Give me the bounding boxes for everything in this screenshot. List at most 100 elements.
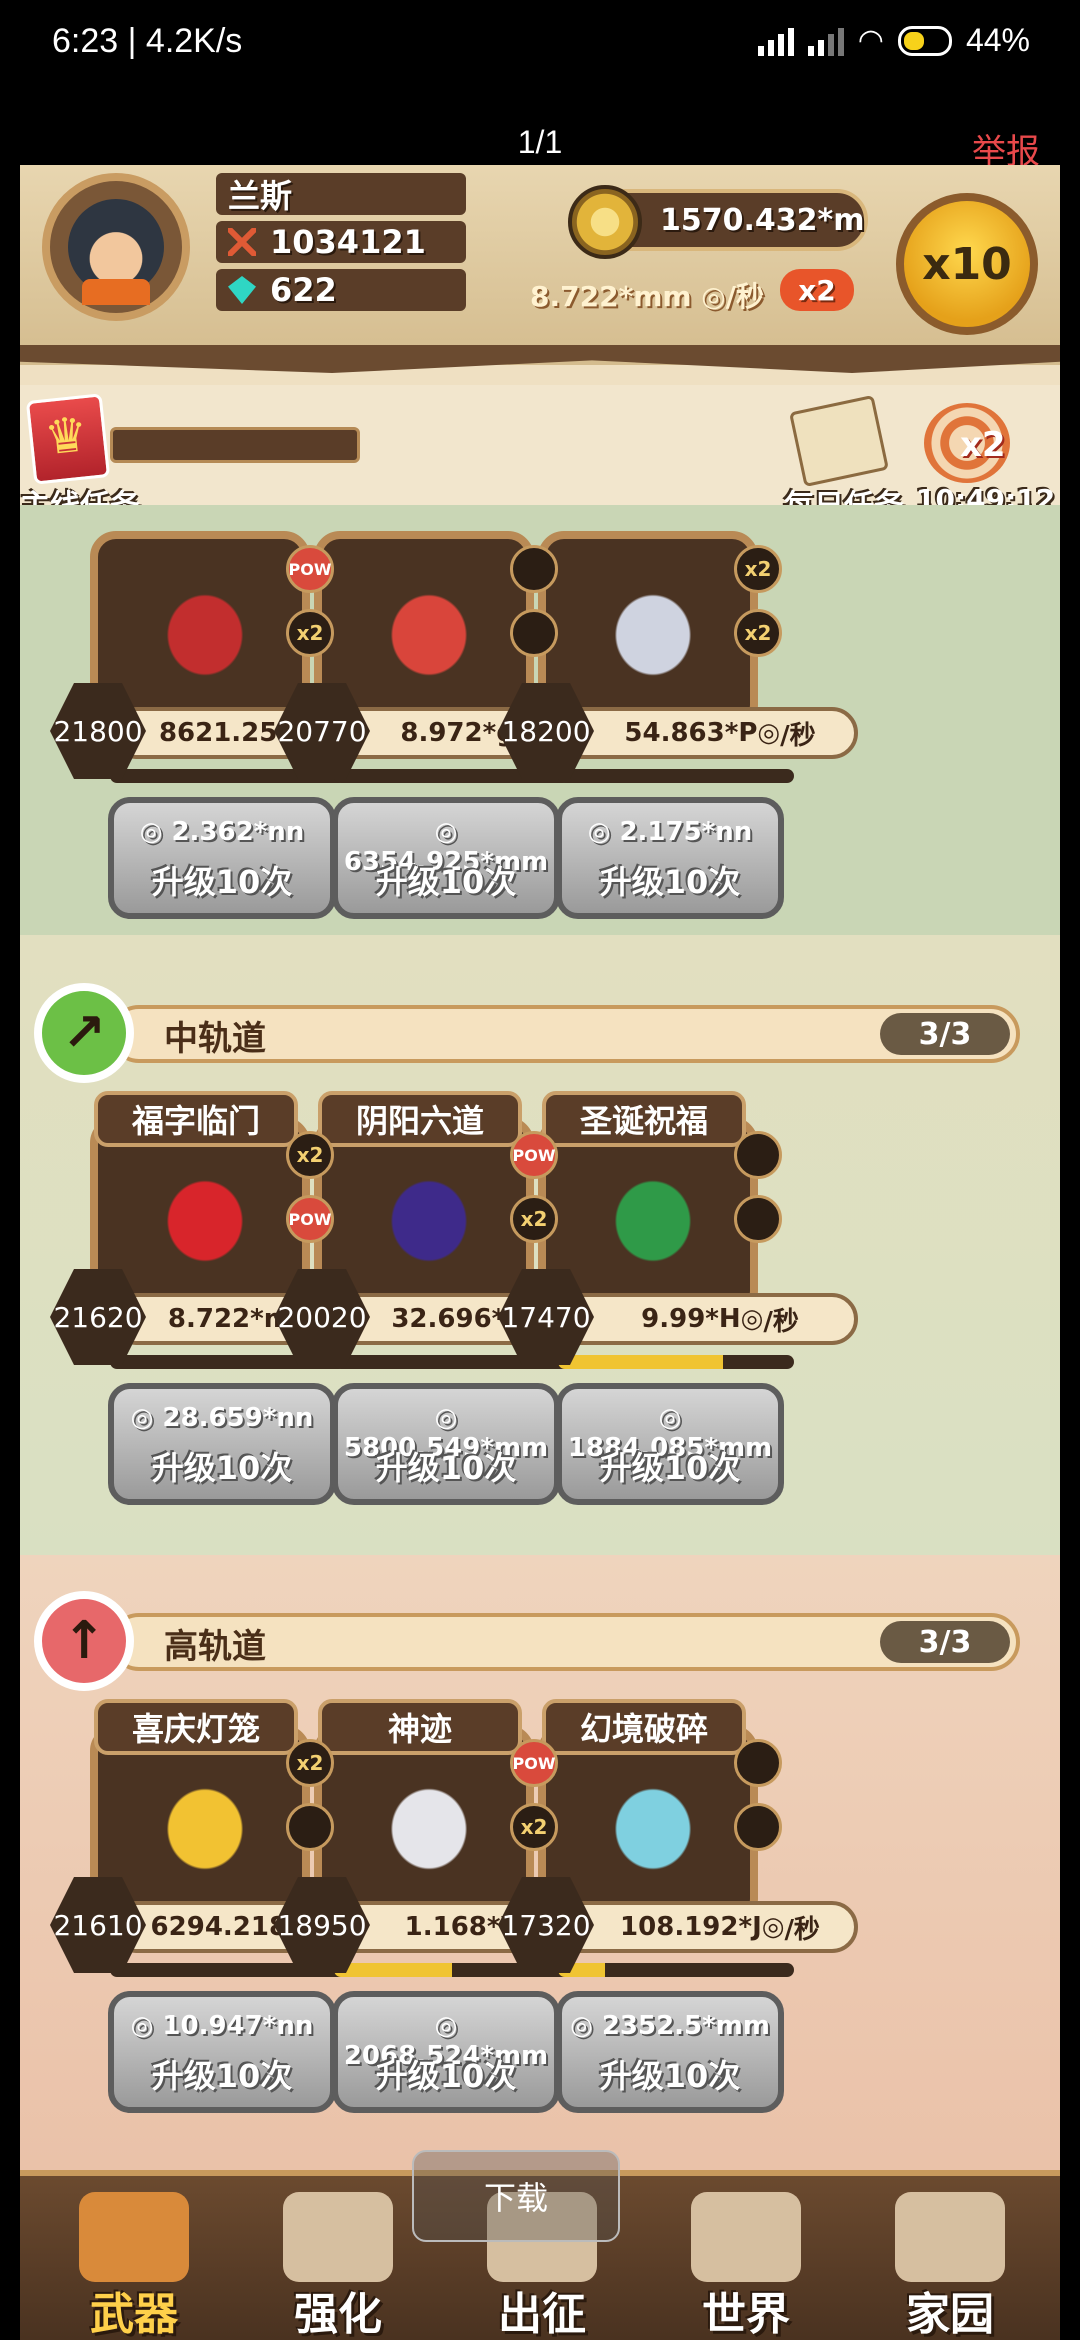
bonus-badge-icon: POW	[286, 1195, 334, 1243]
nav-home[interactable]: 家园	[860, 2192, 1040, 2340]
top-hud: 兰斯 1034121 622 1570.432*m 8.722*mm ◎/秒 x…	[20, 165, 1060, 373]
upgrade-label: 升级10次	[151, 2057, 293, 2095]
weapon-name: 圣诞祝福	[542, 1091, 746, 1147]
upgrade-button[interactable]: ◎ 2.362*nn 升级10次	[108, 797, 336, 919]
weapon-art-icon	[578, 1141, 728, 1301]
weapon-name: 神迹	[318, 1699, 522, 1755]
bonus-badge-icon	[734, 1195, 782, 1243]
tasks-row: 主线任务 每日任务 x2 10:49:12	[20, 385, 1060, 524]
weapons-icon	[79, 2192, 189, 2282]
page-indicator: 1/1	[517, 124, 563, 160]
coin-small-icon: ◎	[130, 2011, 163, 2041]
wifi-icon: ◠	[857, 24, 884, 57]
bonus-badge-icon: x2	[510, 1803, 558, 1851]
upgrade-cost-value: 2352.5*mm	[601, 2011, 770, 2041]
weapon-name: 喜庆灯笼	[94, 1699, 298, 1755]
weapon-name: 幻境破碎	[542, 1699, 746, 1755]
high-track-header: ↑ 高轨道 3/3	[34, 1591, 1034, 1691]
upgrade-button[interactable]: ◎ 5800.549*mm 升级10次	[332, 1383, 560, 1505]
upgrade-label: 升级10次	[375, 2057, 517, 2095]
coin-rate: 8.722*mm ◎/秒	[530, 275, 764, 315]
upgrade-label: 升级10次	[151, 863, 293, 901]
bonus-badge-icon: POW	[510, 1739, 558, 1787]
upgrade-cost-value: 2.175*nn	[619, 817, 753, 847]
coin-small-icon: ◎	[570, 2011, 602, 2041]
upgrade-cost: ◎ 2.362*nn	[114, 817, 330, 847]
upgrade-cost: ◎ 10.947*nn	[114, 2011, 330, 2041]
multiplier-button[interactable]: x10	[896, 193, 1038, 335]
arrow-up-icon[interactable]: ↑	[34, 1591, 134, 1691]
bonus-badge-icon	[510, 545, 558, 593]
weapon-name: 福字临门	[94, 1091, 298, 1147]
upgrade-cost: ◎ 2352.5*mm	[562, 2011, 778, 2041]
player-name: 兰斯	[228, 177, 293, 215]
nav-world-label: 世界	[702, 2289, 790, 2340]
target-icon[interactable]: x2	[924, 403, 1010, 483]
coin-small-icon: ◎	[761, 1912, 785, 1942]
game-screen: 兰斯 1034121 622 1570.432*m 8.722*mm ◎/秒 x…	[20, 165, 1060, 2340]
weapon-rate: 9.99*H ◎/秒	[558, 1293, 858, 1345]
upgrade-cost-value: 2.362*nn	[171, 817, 305, 847]
crown-icon[interactable]	[25, 393, 111, 485]
upgrade-button[interactable]: ◎ 2068.524*mm 升级10次	[332, 1991, 560, 2113]
weapon-art-icon	[354, 555, 504, 715]
bonus-badge-icon: x2	[734, 545, 782, 593]
upgrade-button[interactable]: ◎ 10.947*nn 升级10次	[108, 1991, 336, 2113]
battery-percent: 44%	[965, 22, 1030, 58]
signal-2-icon	[807, 26, 844, 56]
upgrade-cost-value: 10.947*nn	[162, 2011, 314, 2041]
weapon-name: 阴阳六道	[318, 1091, 522, 1147]
weapon-rate-value: 9.99*H	[641, 1304, 741, 1334]
coin-small-icon: ◎	[658, 1403, 682, 1433]
weapon-rate-unit: /秒	[763, 1306, 799, 1337]
upgrade-button[interactable]: ◎ 2352.5*mm 升级10次	[556, 1991, 784, 2113]
network-speed: 4.2K/s	[145, 22, 243, 60]
upgrade-label: 升级10次	[599, 2057, 741, 2095]
weapon-art-icon	[578, 1749, 728, 1909]
rate-multiplier-badge[interactable]: x2	[780, 269, 854, 311]
windmill-icon	[895, 2192, 1005, 2282]
track-count: 3/3	[880, 1013, 1010, 1055]
upgrade-label: 升级10次	[151, 1449, 293, 1487]
bonus-badge-icon	[734, 1739, 782, 1787]
upgrade-label: 升级10次	[599, 1449, 741, 1487]
scroll-icon[interactable]	[789, 394, 889, 488]
battery-icon	[897, 25, 952, 56]
bonus-badge-icon: x2	[286, 1131, 334, 1179]
status-time: 6:23 | 4.2K/s	[52, 22, 243, 60]
bonus-badge-icon	[286, 1803, 334, 1851]
weapon-art-icon	[354, 1141, 504, 1301]
bonus-badge-icon	[510, 609, 558, 657]
weapon-art-icon	[578, 555, 728, 715]
nav-enhance[interactable]: 强化	[248, 2192, 428, 2340]
weapon-rate-unit: /秒	[780, 720, 816, 751]
arrow-right-icon[interactable]: ↗	[34, 983, 134, 1083]
upgrade-button[interactable]: ◎ 28.659*nn 升级10次	[108, 1383, 336, 1505]
nav-weapons-label: 武器	[90, 2289, 178, 2340]
weapon-rate-value: 108.192*J	[620, 1912, 762, 1942]
bonus-badge-icon: x2	[286, 1739, 334, 1787]
track-count: 3/3	[880, 1621, 1010, 1663]
upgrade-button[interactable]: ◎ 6354.925*mm 升级10次	[332, 797, 560, 919]
coin-rate-unit: /秒	[725, 280, 764, 313]
progress-fill	[334, 1963, 452, 1977]
map-icon	[691, 2192, 801, 2282]
main-task-progress	[110, 427, 360, 463]
power-value: 1034121	[270, 223, 426, 261]
gem-icon	[228, 276, 256, 304]
upgrade-button[interactable]: ◎ 1884.085*mm 升级10次	[556, 1383, 784, 1505]
upgrade-progress-bar	[558, 769, 794, 783]
nav-weapons[interactable]: 武器	[44, 2192, 224, 2340]
coin-small-icon: ◎	[740, 1304, 764, 1334]
weapon-art-icon	[130, 1141, 280, 1301]
player-avatar[interactable]	[42, 173, 190, 321]
nav-world[interactable]: 世界	[656, 2192, 836, 2340]
weapon-rate: 54.863*P ◎/秒	[558, 707, 858, 759]
signal-icon	[757, 26, 794, 56]
coin-rate-value: 8.722*mm	[530, 280, 692, 313]
clock: 6:23	[52, 22, 119, 60]
hud-divider	[20, 345, 1060, 373]
upgrade-button[interactable]: ◎ 2.175*nn 升级10次	[556, 797, 784, 919]
download-button[interactable]: 下载	[412, 2150, 620, 2242]
hammer-icon	[283, 2192, 393, 2282]
